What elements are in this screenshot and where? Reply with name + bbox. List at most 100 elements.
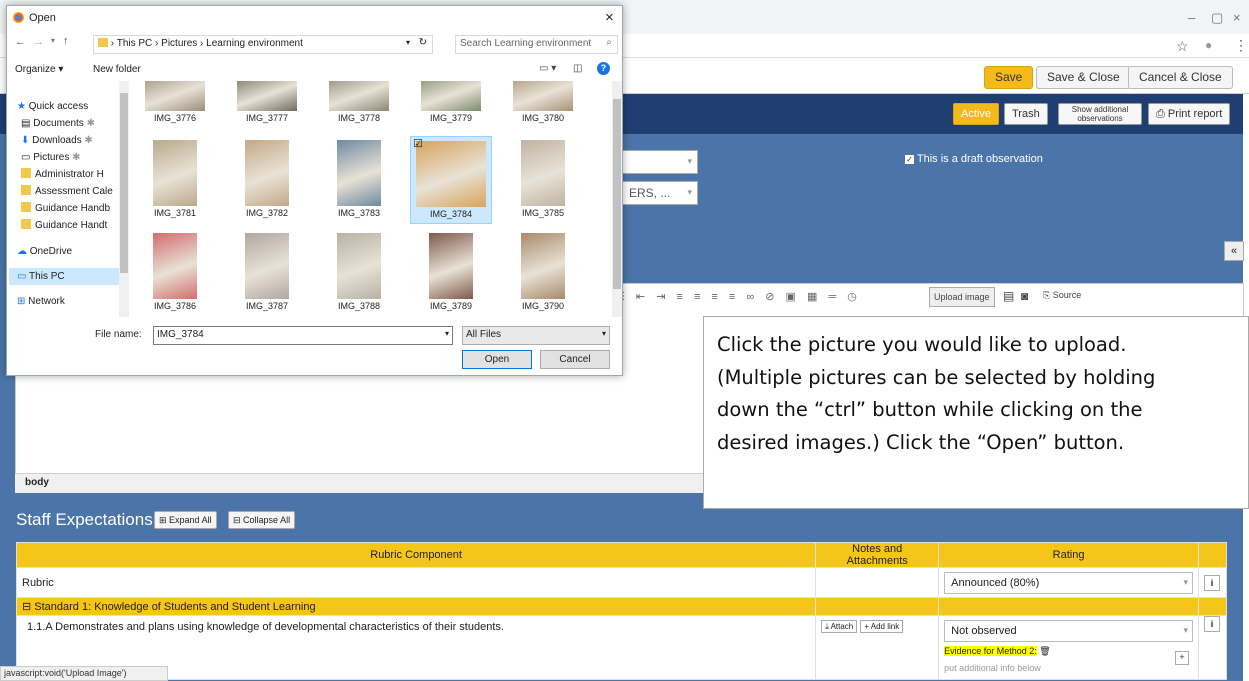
file-name: IMG_3789 xyxy=(429,301,473,311)
cancel-button[interactable]: Cancel xyxy=(540,350,610,369)
nav-item-this-pc[interactable]: ▭ This PC xyxy=(9,268,119,285)
expand-all-button[interactable]: ⊞ Expand All xyxy=(154,511,217,529)
file-thumbnail[interactable]: IMG_3785 xyxy=(502,136,584,224)
nav-item-folder[interactable]: Guidance Handt xyxy=(21,217,107,234)
path-breadcrumb[interactable]: › This PC › Pictures › Learning environm… xyxy=(93,35,433,54)
new-folder-button[interactable]: New folder xyxy=(93,64,141,75)
add-link-button[interactable]: + Add link xyxy=(860,620,904,633)
file-thumbnail[interactable]: IMG_3787 xyxy=(226,229,308,317)
additional-info-placeholder[interactable]: put additional info below xyxy=(944,663,1041,673)
open-button[interactable]: Open xyxy=(462,350,532,369)
file-name-area: File name: IMG_3784 ▾ All Files ▾ Open Can… xyxy=(7,323,622,375)
preview-pane-icon[interactable]: ◫ xyxy=(573,63,582,74)
image-gallery-icon[interactable]: ▤ xyxy=(1003,289,1014,303)
star-icon[interactable]: ☆ xyxy=(1176,38,1189,55)
back-arrow-icon[interactable]: ← xyxy=(15,36,26,48)
close-window-button[interactable]: × xyxy=(1233,10,1241,25)
close-dialog-button[interactable]: × xyxy=(605,9,614,26)
standard-row[interactable]: ⊟ Standard 1: Knowledge of Students and … xyxy=(15,597,817,616)
file-thumbnail[interactable]: IMG_3776 xyxy=(134,81,216,128)
file-type-select[interactable]: All Files ▾ xyxy=(462,326,610,345)
cancel-close-button[interactable]: Cancel & Close xyxy=(1128,66,1233,89)
nav-scrollbar[interactable] xyxy=(119,81,129,317)
file-thumbnail[interactable]: IMG_3783 xyxy=(318,136,400,224)
file-thumbnail[interactable]: IMG_3779 xyxy=(410,81,492,128)
file-thumbnail[interactable]: IMG_3778 xyxy=(318,81,400,128)
search-input[interactable]: Search Learning environment ⌕ xyxy=(455,35,618,54)
nav-item-pictures[interactable]: ▭ Pictures ✱ xyxy=(21,149,81,166)
file-thumbnail[interactable]: IMG_3789 xyxy=(410,229,492,317)
download-icon: ⬇ xyxy=(21,135,33,146)
nav-item-onedrive[interactable]: ☁ OneDrive xyxy=(17,243,72,260)
save-button[interactable]: Save xyxy=(984,66,1034,89)
image-thumbnail xyxy=(429,233,473,299)
file-thumbnail[interactable]: IMG_3790 xyxy=(502,229,584,317)
file-name-input[interactable]: IMG_3784 ▾ xyxy=(153,326,453,345)
chevron-down-icon: ▾ xyxy=(601,329,606,338)
file-thumbnail[interactable]: IMG_3780 xyxy=(502,81,584,128)
collapse-panel-button[interactable]: « xyxy=(1224,241,1244,261)
item-rating-select[interactable]: Not observed ▾ xyxy=(944,620,1193,642)
up-arrow-icon[interactable]: ↑ xyxy=(63,35,69,47)
active-button[interactable]: Active xyxy=(953,103,999,125)
nav-item-quick-access[interactable]: ★ Quick access xyxy=(17,98,88,115)
plus-button[interactable]: + xyxy=(1174,651,1189,665)
draft-checkbox[interactable]: ✓ This is a draft observation xyxy=(905,153,1043,165)
file-thumbnail[interactable]: IMG_3782 xyxy=(226,136,308,224)
restore-button[interactable]: ▢ xyxy=(1211,10,1223,26)
file-thumbnail[interactable]: IMG_3781 xyxy=(134,136,216,224)
header-notes: Notes and Attachments xyxy=(815,542,940,568)
trash-icon[interactable]: 🗑 xyxy=(1039,646,1050,656)
nav-item-folder[interactable]: Assessment Cale xyxy=(21,183,113,200)
recent-chevron-icon[interactable]: ▾ xyxy=(51,36,55,45)
file-thumbnail[interactable]: IMG_3788 xyxy=(318,229,400,317)
show-additional-button[interactable]: Show additional observations xyxy=(1058,103,1142,125)
scrollbar-thumb[interactable] xyxy=(120,93,128,273)
minimize-button[interactable]: – xyxy=(1188,10,1195,25)
image-thumbnail xyxy=(421,81,481,111)
refresh-icon[interactable]: ↻ xyxy=(419,37,427,48)
nav-item-network[interactable]: ⊞ Network xyxy=(17,293,65,310)
view-options-icon[interactable]: ▭ ▾ xyxy=(539,63,556,74)
image-thumbnail xyxy=(337,140,381,206)
grid-scrollbar[interactable] xyxy=(612,81,622,317)
nav-item-folder[interactable]: Guidance Handb xyxy=(21,200,110,217)
source-button[interactable]: ⎘ Source xyxy=(1043,290,1081,301)
scrollbar-thumb[interactable] xyxy=(613,99,621,289)
save-close-button[interactable]: Save & Close xyxy=(1036,66,1131,89)
file-thumbnail[interactable]: ☑ IMG_3784 xyxy=(410,136,492,224)
info-button[interactable]: i xyxy=(1203,616,1220,632)
folder-icon xyxy=(21,202,31,212)
trash-button[interactable]: Trash xyxy=(1004,103,1048,125)
checkbox-checked-icon[interactable]: ☑ xyxy=(413,137,423,150)
observation-select-1[interactable]: ▾ xyxy=(622,150,698,174)
menu-icon[interactable]: ⋮ xyxy=(1234,37,1248,54)
forward-arrow-icon[interactable]: → xyxy=(33,36,44,48)
attach-button[interactable]: ⤓ Attach xyxy=(821,620,858,633)
file-thumbnail[interactable]: IMG_3786 xyxy=(134,229,216,317)
collapse-all-button[interactable]: ⊟ Collapse All xyxy=(228,511,296,529)
print-report-button[interactable]: ⎙ Print report xyxy=(1148,103,1231,125)
account-icon[interactable]: ● xyxy=(1205,38,1212,52)
file-name: IMG_3784 xyxy=(429,209,473,219)
help-icon[interactable]: ? xyxy=(597,62,610,75)
document-icon: ▤ xyxy=(21,118,34,129)
file-name: IMG_3782 xyxy=(245,208,289,218)
nav-item-downloads[interactable]: ⬇ Downloads ✱ xyxy=(21,132,93,149)
instruction-callout: Click the picture you would like to uplo… xyxy=(703,316,1249,509)
observation-select-2[interactable]: ERS, ... ▾ xyxy=(622,181,698,205)
nav-item-folder[interactable]: Administrator H xyxy=(21,166,104,183)
computer-icon: ▭ xyxy=(17,271,30,282)
formatting-icons[interactable]: ☰ ⇤ ⇥ ≡ ≡ ≡ ≡ ∞ ⊘ ▣ ▦ ═ ◷ xyxy=(615,290,861,303)
organize-menu[interactable]: Organize ▾ xyxy=(15,64,63,75)
info-button[interactable]: i xyxy=(1203,574,1220,591)
upload-image-button[interactable]: Upload image xyxy=(929,287,995,307)
rubric-rating-select[interactable]: Announced (80%) ▾ xyxy=(944,571,1193,594)
file-name: IMG_3786 xyxy=(153,301,197,311)
nav-item-documents[interactable]: ▤ Documents ✱ xyxy=(21,115,95,132)
camera-icon[interactable]: ◙ xyxy=(1021,289,1028,303)
file-thumbnail[interactable]: IMG_3777 xyxy=(226,81,308,128)
callout-line: (Multiple pictures can be selected by ho… xyxy=(717,365,1156,389)
chrome-logo-icon xyxy=(13,12,24,23)
chevron-down-icon[interactable]: ▾ xyxy=(406,38,410,47)
